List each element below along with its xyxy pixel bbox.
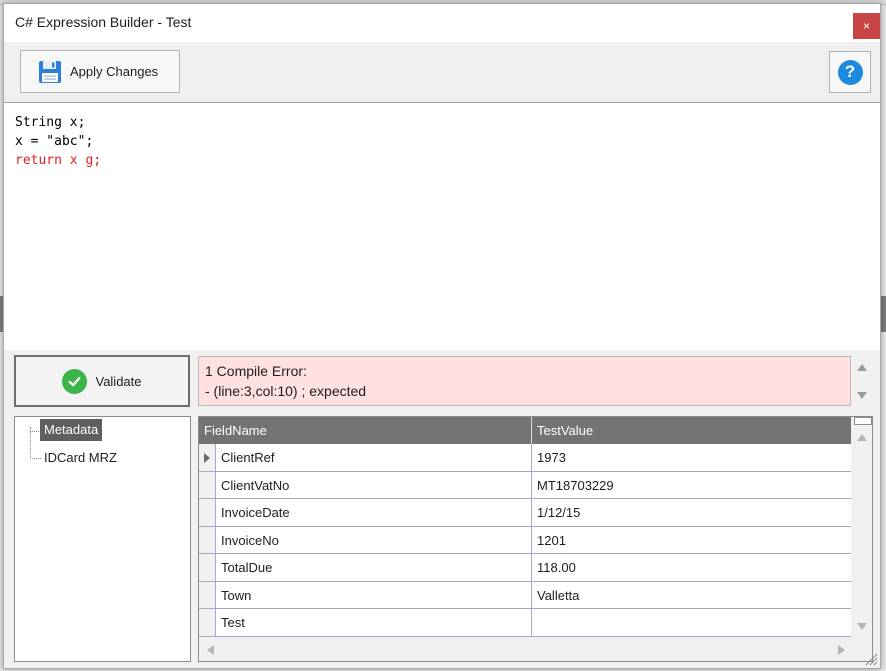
code-line-1: String x;: [15, 115, 86, 130]
scroll-down-arrow-icon[interactable]: [857, 623, 867, 630]
expression-builder-dialog: C# Expression Builder - Test × Apply Cha…: [3, 3, 881, 669]
validate-label: Validate: [95, 373, 142, 389]
compile-error-panel: 1 Compile Error: - (line:3,col:10) ; exp…: [198, 356, 851, 406]
column-header-testvalue[interactable]: TestValue: [532, 417, 851, 444]
cell-fieldname[interactable]: Town: [216, 581, 532, 608]
help-button[interactable]: ?: [829, 51, 871, 93]
checkmark-glyph: [69, 376, 81, 386]
tree-node-idcard-mrz[interactable]: IDCard MRZ: [44, 448, 117, 468]
table-row[interactable]: TotalDue 118.00: [199, 554, 851, 582]
table-row[interactable]: Test: [199, 609, 851, 637]
cell-testvalue[interactable]: 1973: [532, 444, 851, 471]
table-row[interactable]: InvoiceDate 1/12/15: [199, 499, 851, 527]
tree-node-metadata[interactable]: Metadata: [40, 419, 103, 441]
cell-fieldname[interactable]: TotalDue: [216, 554, 532, 581]
grid-body: FieldName TestValue ClientRef 1973 ClientV…: [199, 417, 851, 637]
cell-testvalue[interactable]: 1/12/15: [532, 499, 851, 526]
apply-changes-button[interactable]: Apply Changes: [20, 50, 180, 93]
cell-fieldname[interactable]: Test: [216, 609, 532, 636]
title-bar[interactable]: C# Expression Builder - Test ×: [4, 4, 880, 42]
grid-horizontal-scrollbar[interactable]: [199, 639, 851, 661]
grid-header: FieldName TestValue: [199, 417, 851, 444]
cell-fieldname[interactable]: ClientRef: [216, 444, 532, 471]
row-header[interactable]: [199, 471, 216, 498]
help-glyph: ?: [844, 62, 856, 81]
code-line-2: x = "abc";: [15, 134, 94, 149]
check-icon: [62, 368, 88, 394]
row-header[interactable]: [199, 499, 216, 526]
window-title: C# Expression Builder - Test: [15, 14, 192, 30]
save-icon: [39, 60, 61, 83]
close-icon: ×: [862, 19, 870, 33]
toolbar: Apply Changes ?: [4, 42, 880, 103]
bottom-panel: Validate 1 Compile Error: - (line:3,col:…: [4, 350, 880, 668]
grid-vertical-scrollbar[interactable]: [852, 417, 872, 637]
cell-testvalue[interactable]: 1201: [532, 527, 851, 554]
row-header[interactable]: [199, 609, 216, 636]
scroll-down-arrow-icon[interactable]: [857, 392, 867, 399]
compile-error-detail: - (line:3,col:10) ; expected: [205, 383, 367, 399]
cell-testvalue[interactable]: 118.00: [532, 554, 851, 581]
error-panel-scrollbar[interactable]: [853, 356, 873, 406]
validate-button[interactable]: Validate: [14, 355, 190, 407]
apply-changes-label: Apply Changes: [70, 64, 159, 79]
scroll-right-arrow-icon[interactable]: [838, 645, 845, 655]
row-header[interactable]: [199, 526, 216, 553]
current-row-arrow-icon: [204, 453, 210, 463]
cell-fieldname[interactable]: ClientVatNo: [216, 471, 532, 498]
row-header[interactable]: [199, 581, 216, 608]
table-row[interactable]: Town Valletta: [199, 581, 851, 609]
close-button[interactable]: ×: [853, 13, 880, 39]
column-header-fieldname[interactable]: FieldName: [199, 417, 532, 444]
metadata-tree: Metadata IDCard MRZ: [14, 416, 191, 662]
tree-connector: [30, 458, 41, 459]
cell-fieldname[interactable]: InvoiceNo: [216, 526, 532, 553]
cell-testvalue[interactable]: [532, 609, 851, 636]
scroll-left-arrow-icon[interactable]: [207, 645, 214, 655]
code-editor[interactable]: String x; x = "abc"; return x g;: [4, 104, 880, 350]
compile-error-summary: 1 Compile Error:: [205, 363, 307, 379]
cell-testvalue[interactable]: MT18703229: [532, 472, 851, 499]
test-values-grid: FieldName TestValue ClientRef 1973 ClientV…: [198, 416, 873, 662]
cell-testvalue[interactable]: Valletta: [532, 582, 851, 609]
table-row[interactable]: ClientRef 1973: [199, 444, 851, 472]
table-row[interactable]: InvoiceNo 1201: [199, 526, 851, 554]
scroll-thumb[interactable]: [854, 417, 872, 425]
help-icon: ?: [837, 59, 863, 85]
code-line-3-error: return x g;: [15, 153, 102, 168]
resize-grip-icon[interactable]: [862, 650, 878, 666]
table-row[interactable]: ClientVatNo MT18703229: [199, 471, 851, 499]
row-header[interactable]: [199, 444, 216, 471]
cell-fieldname[interactable]: InvoiceDate: [216, 499, 532, 526]
row-header[interactable]: [199, 554, 216, 581]
scroll-up-arrow-icon[interactable]: [857, 434, 867, 441]
scroll-up-arrow-icon[interactable]: [857, 364, 867, 371]
